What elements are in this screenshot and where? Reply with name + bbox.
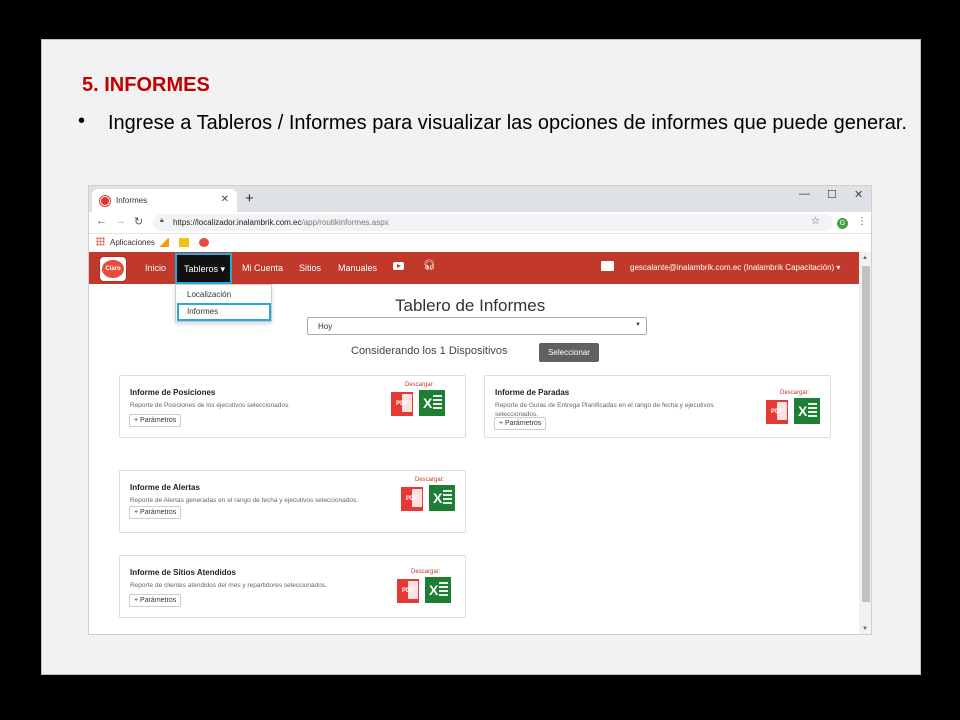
pdf-icon[interactable]: PDF [401,487,423,511]
download-label: Descargar: [415,477,445,483]
scroll-up-icon[interactable]: ▲ [862,255,868,261]
bookmark-icon[interactable] [159,238,169,247]
download-group: Descargar: PDF X [391,382,447,424]
pdf-icon[interactable]: PDF [397,579,419,603]
menu-item-informes[interactable]: Informes [187,307,218,316]
bookmark-mail-icon[interactable] [179,238,189,247]
nav-manuales[interactable]: Manuales [338,263,377,273]
bookmarks-bar: Aplicaciones [89,234,871,252]
nav-tableros-label: Tableros ▾ [184,264,226,274]
card-description: Reporte de Alertas generadas en el rango… [130,497,359,504]
bookmark-claro-icon[interactable] [199,238,209,247]
new-tab-icon[interactable]: + [245,190,254,207]
page-scrollbar[interactable]: ▲ ▼ [859,252,871,634]
reload-icon[interactable]: ↻ [134,215,143,228]
download-group: Descargar: PDF X [397,569,453,611]
report-card-posiciones: Informe de Posiciones Reporte de Posicio… [119,375,466,438]
profile-avatar[interactable]: G [837,218,848,229]
excel-icon[interactable]: X [419,390,445,416]
parameters-button[interactable]: + Parámetros [129,414,182,427]
download-label: Descargar: [780,390,810,396]
scroll-down-icon[interactable]: ▼ [862,626,868,632]
report-card-alertas: Informe de Alertas Reporte de Alertas ge… [119,470,466,533]
menu-item-localizacion[interactable]: Localización [187,290,231,299]
pdf-icon[interactable]: PDF [766,400,788,424]
youtube-icon[interactable] [393,262,404,270]
card-description: Reporte de clientes atendidos del mes y … [130,582,327,589]
logo-text: Claro [102,260,124,278]
chat-icon[interactable] [601,261,614,271]
lock-icon: 🔒︎ [160,217,164,224]
tab-bar: Informes ✕ + — ☐ ✕ [89,186,871,212]
url-host: https://localizador.inalambrik.com.ec [173,218,302,227]
slide-title: 5. INFORMES [82,74,210,96]
forward-icon[interactable]: → [115,215,126,227]
nav-tableros[interactable]: Tableros ▾ [175,253,232,284]
claro-logo[interactable]: Claro [99,256,127,282]
favicon-icon [100,196,110,206]
card-title: Informe de Paradas [495,388,570,397]
report-card-paradas: Informe de Paradas Reporte de Guías de E… [484,375,831,438]
apps-bookmark[interactable]: Aplicaciones [110,238,155,247]
nav-inicio[interactable]: Inicio [145,263,166,273]
top-navbar: Claro Inicio Tableros ▾ Mi Cuenta Sitios… [89,252,859,284]
url-field[interactable]: 🔒︎ https://localizador.inalambrik.com.ec… [153,214,833,231]
minimize-icon[interactable]: — [799,188,810,200]
devices-count-text: Considerando los 1 Dispositivos [351,345,508,357]
browser-window: Informes ✕ + — ☐ ✕ ← → ↻ 🔒︎ https://loca… [88,185,872,635]
headset-icon[interactable]: 🎧︎ [423,260,436,271]
apps-grid-icon[interactable] [96,237,105,246]
dashboard-title: Tablero de Informes [395,296,546,315]
parameters-button[interactable]: + Parámetros [129,594,182,607]
back-icon[interactable]: ← [96,215,107,227]
bullet-text: Ingrese a Tableros / Informes para visua… [108,112,907,134]
chevron-down-icon: ▼ [635,322,641,328]
address-bar: ← → ↻ 🔒︎ https://localizador.inalambrik.… [89,212,871,234]
bookmark-star-icon[interactable]: ☆ [811,216,820,227]
select-devices-button[interactable]: Seleccionar [539,343,599,362]
close-window-icon[interactable]: ✕ [854,188,863,201]
url-path: /app/routikinformes.aspx [301,218,389,227]
pdf-icon[interactable]: PDF [391,392,413,416]
tab-title: Informes [116,196,148,205]
card-title: Informe de Sitios Atendidos [130,568,236,577]
card-description: Reporte de Posiciones de los ejecutivos … [130,402,291,409]
excel-icon[interactable]: X [794,398,820,424]
nav-sitios[interactable]: Sitios [299,263,321,273]
card-title: Informe de Posiciones [130,388,216,397]
close-tab-icon[interactable]: ✕ [221,194,229,205]
report-card-sitios-atendidos: Informe de Sitios Atendidos Reporte de c… [119,555,466,618]
scrollbar-thumb[interactable] [862,266,870,602]
nav-mi-cuenta[interactable]: Mi Cuenta [242,263,283,273]
url-text: https://localizador.inalambrik.com.ec/ap… [173,218,389,227]
bullet-icon: • [78,110,86,132]
maximize-icon[interactable]: ☐ [827,188,837,201]
download-label: Descargar: [405,382,435,388]
excel-icon[interactable]: X [429,485,455,511]
parameters-button[interactable]: + Parámetros [494,417,547,430]
period-select[interactable]: Hoy ▼ [307,317,647,335]
download-group: Descargar: PDF X [401,477,457,519]
download-label: Descargar: [411,569,441,575]
parameters-button[interactable]: + Parámetros [129,506,182,519]
browser-menu-icon[interactable]: ⋮ [857,216,867,227]
browser-tab[interactable]: Informes ✕ [92,189,237,212]
web-page: Claro Inicio Tableros ▾ Mi Cuenta Sitios… [89,252,859,634]
user-menu[interactable]: gescalante@inalambrik.com.ec (Inalambrik… [630,263,840,272]
card-title: Informe de Alertas [130,483,200,492]
tableros-dropdown: Localización Informes [175,284,272,322]
download-group: Descargar: PDF X [766,390,822,432]
period-value: Hoy [318,322,333,331]
excel-icon[interactable]: X [425,577,451,603]
